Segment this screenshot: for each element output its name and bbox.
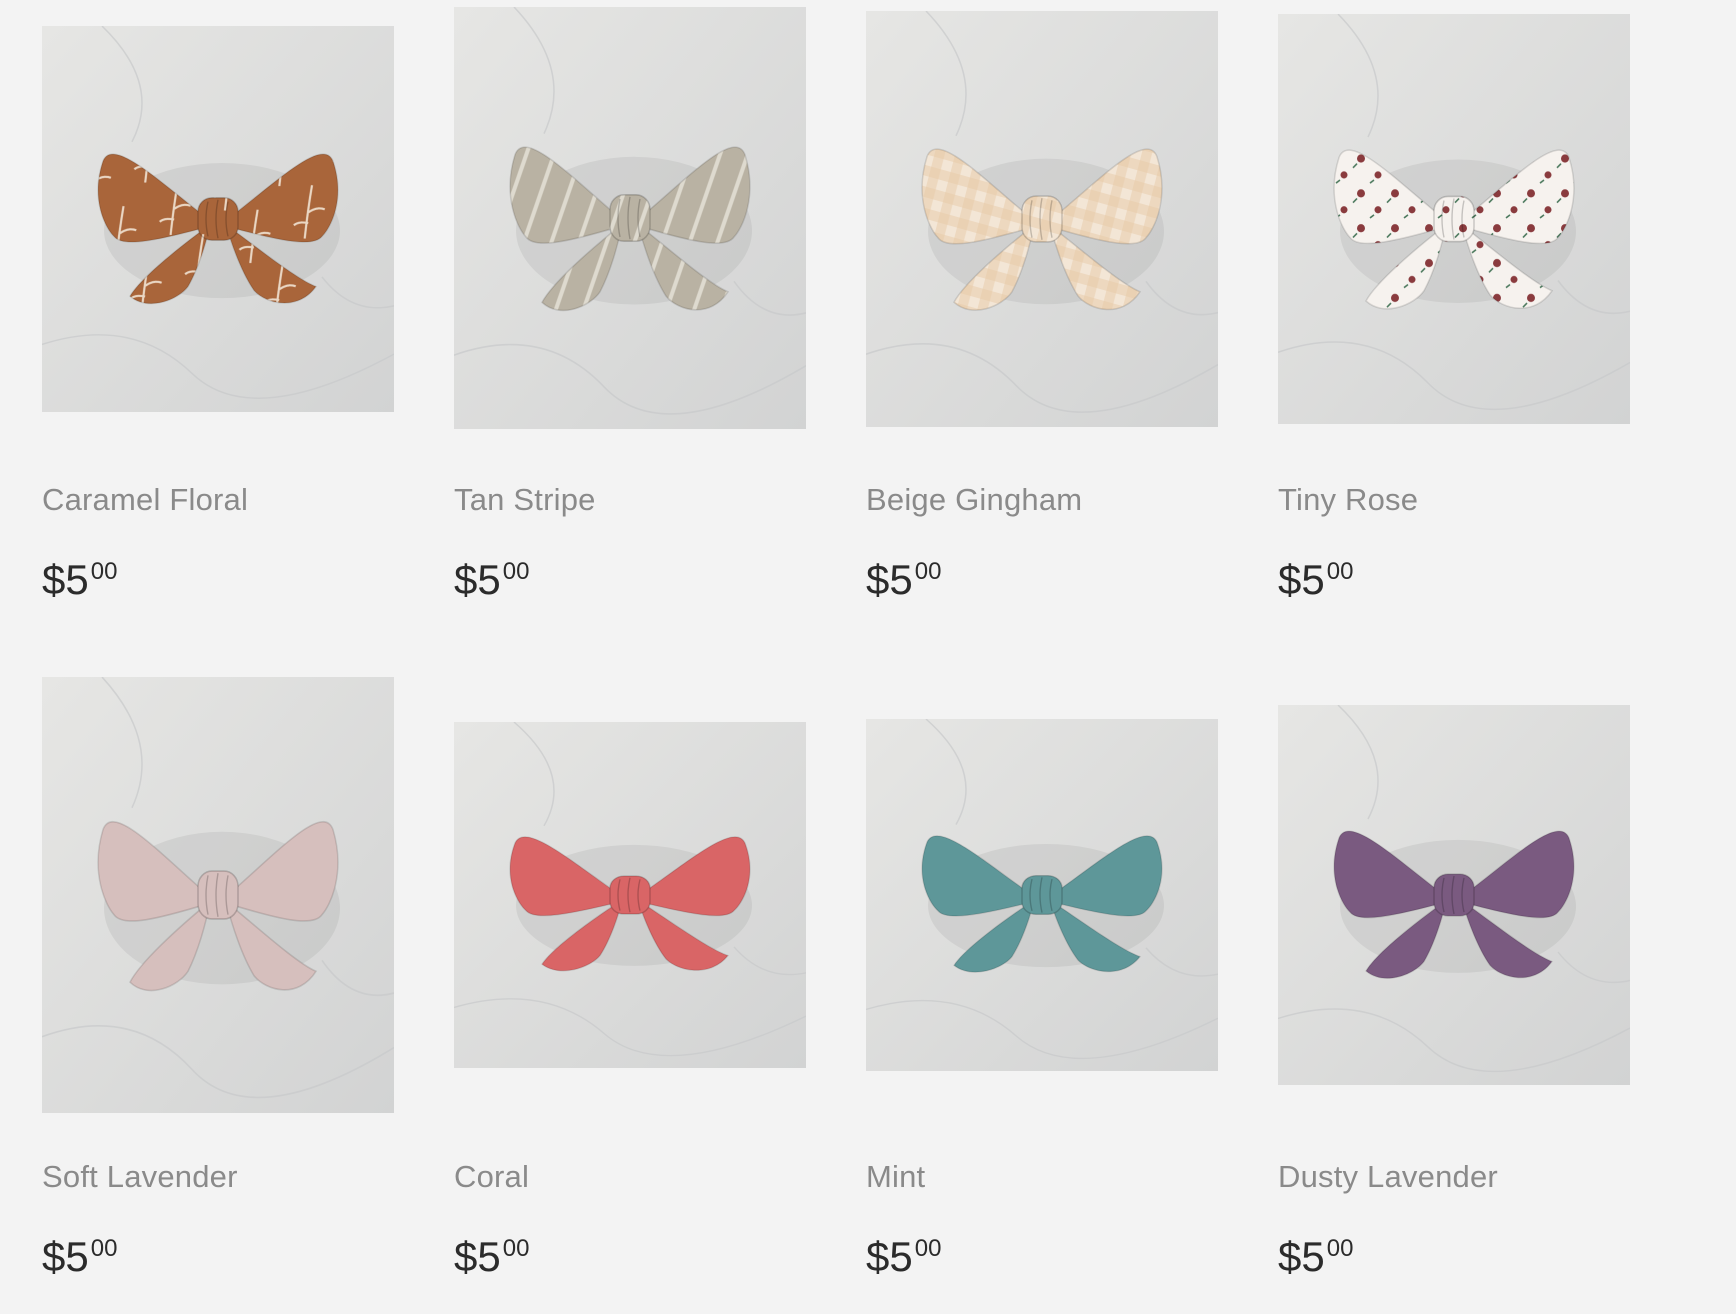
product-title[interactable]: Tiny Rose — [1278, 482, 1418, 518]
price-currency: $ — [42, 556, 66, 603]
bow-image — [1278, 14, 1630, 424]
price-dollars: 5 — [477, 1233, 501, 1280]
price-currency: $ — [42, 1233, 66, 1280]
price-currency: $ — [866, 1233, 890, 1280]
bow-image — [454, 7, 806, 429]
price-currency: $ — [454, 1233, 478, 1280]
product-price: $500 — [454, 1233, 529, 1281]
bow-image — [866, 719, 1218, 1071]
price-currency: $ — [454, 556, 478, 603]
bow-image — [42, 26, 394, 412]
product-price: $500 — [866, 1233, 941, 1281]
product-title[interactable]: Dusty Lavender — [1278, 1159, 1498, 1195]
bow-image — [454, 722, 806, 1068]
product-title[interactable]: Soft Lavender — [42, 1159, 238, 1195]
price-dollars: 5 — [889, 556, 913, 603]
price-dollars: 5 — [477, 556, 501, 603]
bow-image — [1278, 705, 1630, 1085]
price-dollars: 5 — [65, 556, 89, 603]
bow-image — [42, 677, 394, 1113]
product-image[interactable] — [1278, 705, 1630, 1085]
product-title[interactable]: Mint — [866, 1159, 925, 1195]
bow-image — [866, 11, 1218, 427]
price-dollars: 5 — [889, 1233, 913, 1280]
price-dollars: 5 — [1301, 1233, 1325, 1280]
price-cents: 00 — [914, 558, 942, 585]
product-price: $500 — [1278, 1233, 1353, 1281]
price-cents: 00 — [502, 1235, 530, 1262]
product-grid: Caramel Floral $500 Tan Stripe $500 Beige … — [0, 0, 1736, 1314]
product-price: $500 — [454, 556, 529, 604]
product-title[interactable]: Beige Gingham — [866, 482, 1082, 518]
product-image[interactable] — [454, 7, 806, 429]
price-cents: 00 — [90, 558, 118, 585]
product-price: $500 — [866, 556, 941, 604]
product-title[interactable]: Coral — [454, 1159, 529, 1195]
price-dollars: 5 — [1301, 556, 1325, 603]
price-currency: $ — [1278, 1233, 1302, 1280]
price-cents: 00 — [90, 1235, 118, 1262]
price-cents: 00 — [1326, 558, 1354, 585]
product-image[interactable] — [866, 11, 1218, 427]
product-price: $500 — [42, 1233, 117, 1281]
product-title[interactable]: Caramel Floral — [42, 482, 248, 518]
product-price: $500 — [1278, 556, 1353, 604]
price-currency: $ — [866, 556, 890, 603]
product-image[interactable] — [1278, 14, 1630, 424]
product-image[interactable] — [42, 26, 394, 412]
price-cents: 00 — [1326, 1235, 1354, 1262]
price-cents: 00 — [914, 1235, 942, 1262]
product-title[interactable]: Tan Stripe — [454, 482, 596, 518]
product-image[interactable] — [866, 719, 1218, 1071]
price-dollars: 5 — [65, 1233, 89, 1280]
product-image[interactable] — [454, 722, 806, 1068]
product-price: $500 — [42, 556, 117, 604]
price-cents: 00 — [502, 558, 530, 585]
price-currency: $ — [1278, 556, 1302, 603]
product-image[interactable] — [42, 677, 394, 1113]
